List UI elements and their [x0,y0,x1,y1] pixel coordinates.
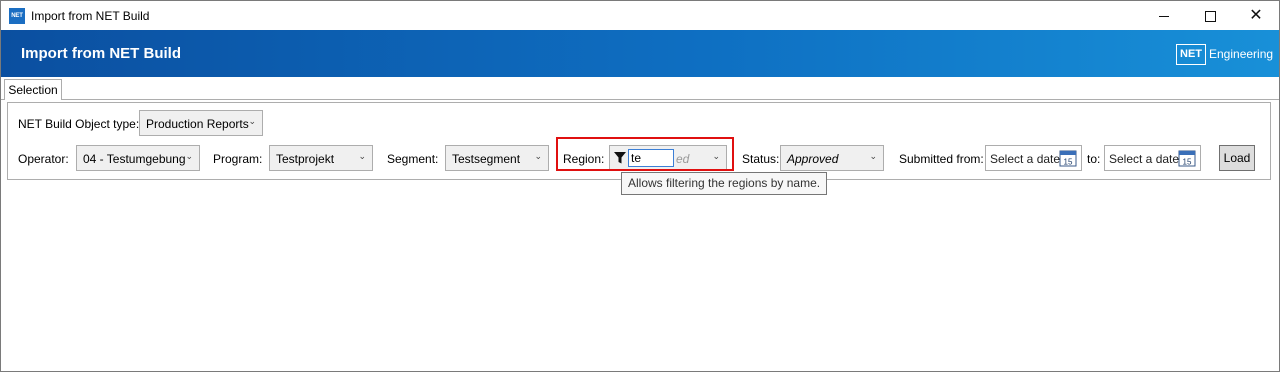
minimize-button[interactable] [1141,1,1187,30]
submitted-from-datepicker[interactable]: Select a date 15 [985,145,1082,171]
region-tooltip: Allows filtering the regions by name. [621,172,828,195]
program-combo[interactable]: Testprojekt ⌄ [269,145,373,171]
tab-selection[interactable]: Selection [4,79,62,100]
logo-text: Engineering [1209,47,1274,61]
chevron-down-icon: ⌄ [869,151,877,161]
chevron-down-icon: ⌄ [185,151,193,161]
segment-combo[interactable]: Testsegment ⌄ [445,145,549,171]
chevron-down-icon: ⌄ [358,151,366,161]
tab-divider [1,99,1279,100]
status-label: Status: [742,152,780,166]
app-header: Import from NET Build NET Engineering [1,30,1279,77]
title-bar: NET Import from NET Build ✕ [1,1,1279,30]
operator-label: Operator: [18,152,69,166]
submitted-to-datepicker[interactable]: Select a date 15 [1104,145,1201,171]
submitted-to-placeholder: Select a date [1109,152,1180,166]
app-icon: NET [9,8,25,24]
maximize-button[interactable] [1187,1,1233,30]
status-value: Approved [787,152,839,166]
segment-label: Segment: [387,152,439,166]
header-title: Import from NET Build [21,45,181,62]
object-type-label: NET Build Object type: [18,117,140,131]
submitted-from-placeholder: Select a date [990,152,1061,166]
calendar-day-text: 15 [1064,158,1073,167]
calendar-day-text: 15 [1183,158,1192,167]
program-label: Program: [213,152,263,166]
program-value: Testprojekt [276,152,335,166]
maximize-icon [1204,10,1216,22]
chevron-down-icon: ⌄ [534,151,542,161]
object-type-combo[interactable]: Production Reports ⌄ [139,110,263,136]
calendar-icon[interactable]: 15 [1178,149,1196,167]
import-window: NET Import from NET Build ✕ Import from … [0,0,1280,372]
chevron-down-icon: ⌄ [248,116,256,126]
submitted-to-label: to: [1087,152,1101,166]
segment-value: Testsegment [452,152,521,166]
window-title: Import from NET Build [31,9,150,23]
close-button[interactable]: ✕ [1233,1,1279,30]
calendar-icon[interactable]: 15 [1059,149,1077,167]
minimize-icon [1159,15,1169,17]
net-logo-icon: NET [1176,44,1206,65]
object-type-value: Production Reports [146,117,249,131]
operator-combo[interactable]: 04 - Testumgebung ⌄ [76,145,200,171]
region-label: Region: [563,152,605,166]
operator-value: 04 - Testumgebung [83,152,186,166]
status-combo[interactable]: Approved ⌄ [780,145,884,171]
load-button[interactable]: Load [1219,145,1255,171]
submitted-from-label: Submitted from: [899,152,984,166]
